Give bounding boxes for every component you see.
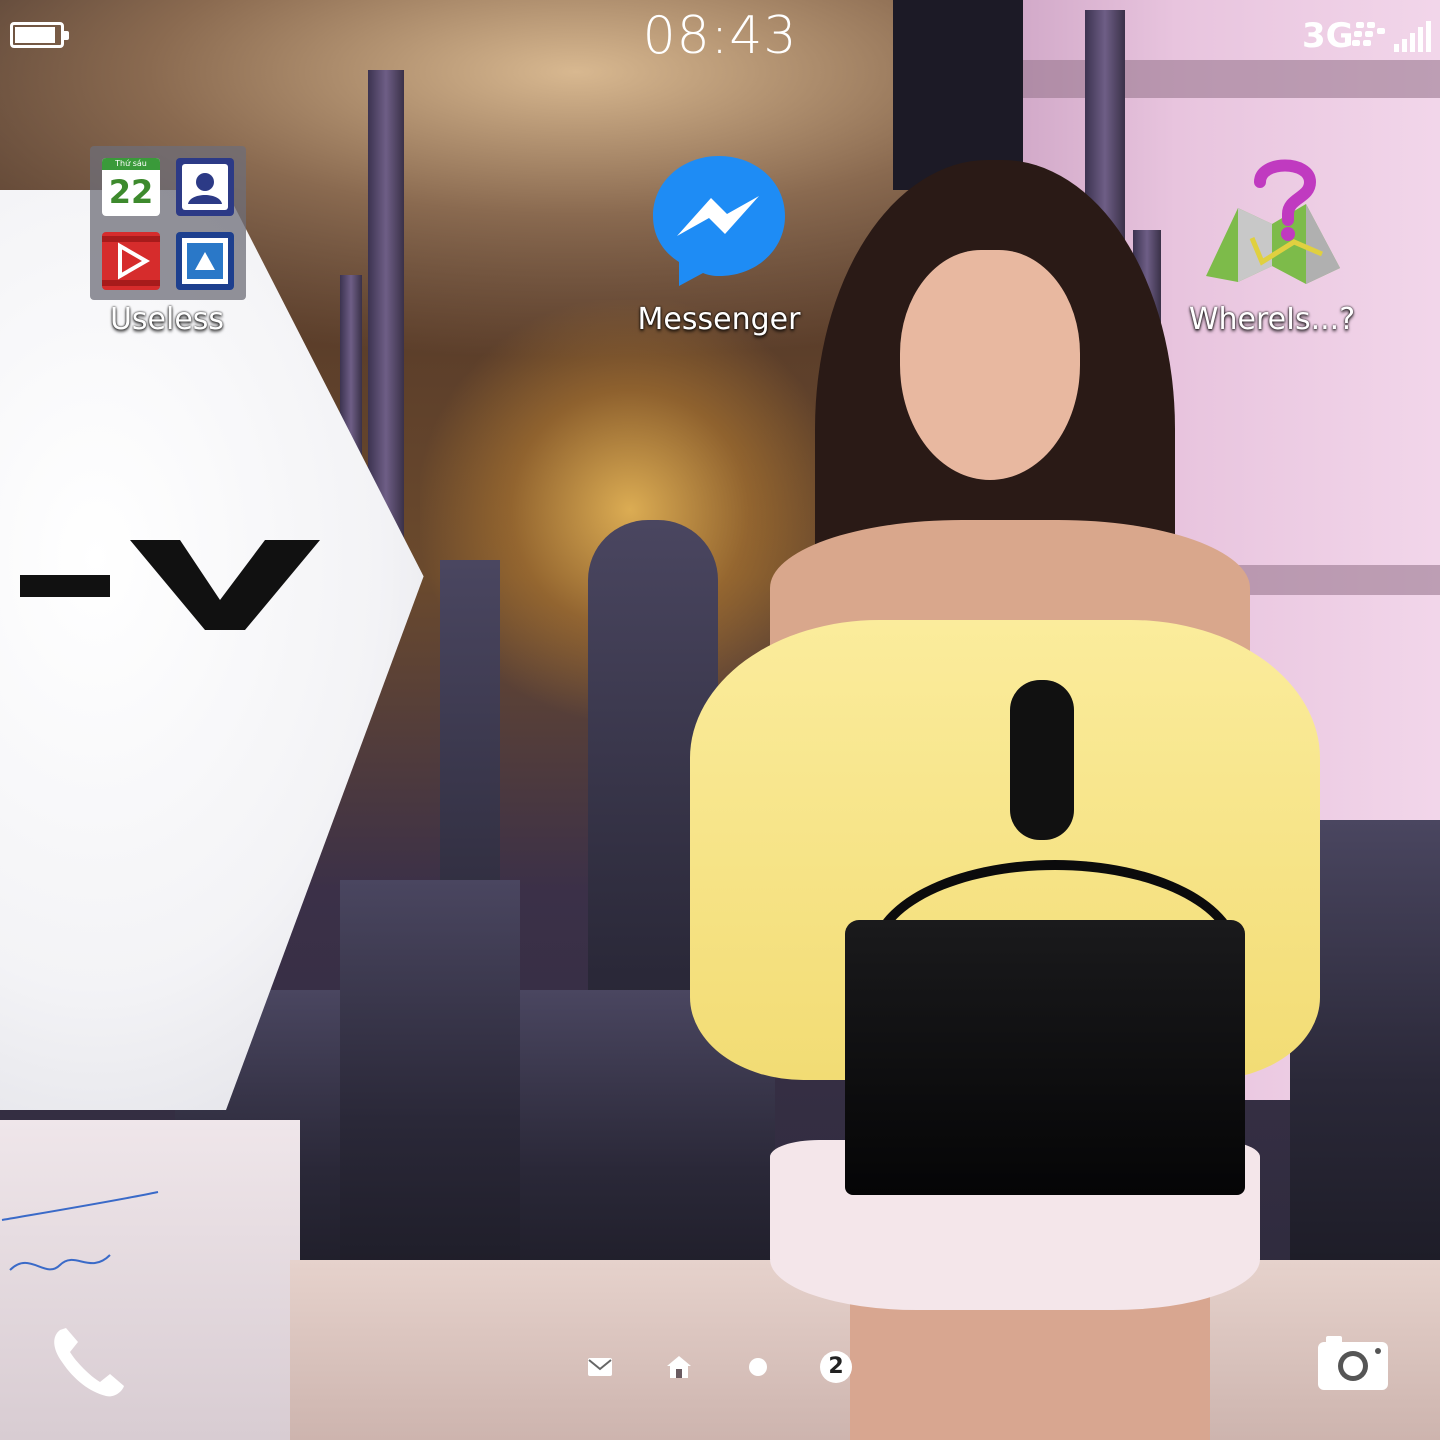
black-handbag (845, 920, 1245, 1195)
sunglasses (1010, 680, 1074, 840)
bbm-icon (1352, 22, 1385, 46)
status-bar[interactable]: 08:43 3G (0, 0, 1440, 80)
phone-icon[interactable] (50, 1326, 126, 1398)
person-face (900, 250, 1080, 480)
useless-folder[interactable]: Thứ sáu 22 (90, 146, 246, 300)
network-type: 3G (1302, 16, 1354, 56)
calendar-icon: Thứ sáu 22 (102, 158, 160, 216)
clock: 08:43 (642, 6, 798, 66)
mail-icon[interactable] (588, 1358, 612, 1376)
city-model-block (340, 880, 520, 1280)
pillar (368, 70, 404, 550)
sign-logo (20, 540, 320, 630)
whereis-label[interactable]: WhereIs...? (1142, 302, 1402, 337)
video-icon (102, 232, 160, 290)
calendar-weekday: Thứ sáu (102, 158, 160, 170)
battery-icon (10, 22, 69, 48)
page-badge[interactable]: 2 (820, 1351, 852, 1383)
signal-icon (1394, 21, 1431, 52)
map-question-icon[interactable] (1202, 158, 1342, 288)
folder-label[interactable]: Useless (37, 302, 297, 337)
signature-watermark (1, 1191, 159, 1271)
camera-icon[interactable] (1316, 1334, 1390, 1392)
home-icon[interactable] (666, 1355, 692, 1379)
remote-display-icon (176, 232, 234, 290)
messenger-label[interactable]: Messenger (589, 302, 849, 337)
calendar-day: 22 (108, 173, 154, 211)
page-indicator-dot[interactable] (749, 1358, 767, 1376)
messenger-icon[interactable] (651, 152, 787, 288)
contacts-icon (176, 158, 234, 216)
battery-level (15, 27, 55, 43)
